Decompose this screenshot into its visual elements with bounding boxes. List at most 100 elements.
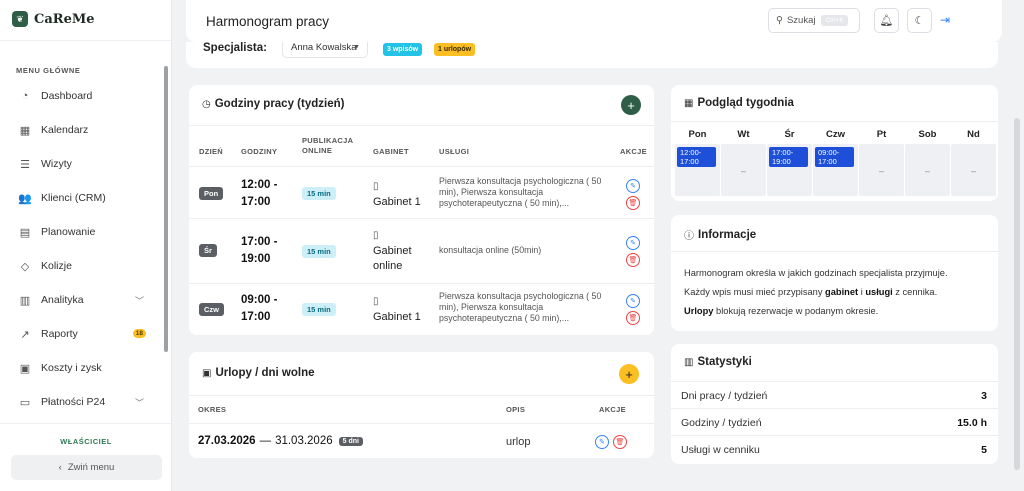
- sidebar-item-calendar[interactable]: ▦ Kalendarz: [0, 113, 162, 147]
- room-name-cont: online: [373, 260, 403, 272]
- bar-chart-icon: ▥: [684, 356, 694, 368]
- theme-toggle-button[interactable]: ☾: [907, 8, 932, 33]
- sidebar-item-payments[interactable]: ▭ Płatności P24 ﹀: [0, 385, 162, 419]
- pencil-icon: ✎: [630, 183, 636, 190]
- add-hours-button[interactable]: +: [621, 95, 641, 115]
- sidebar-item-clients[interactable]: 👥 Klienci (CRM): [0, 181, 162, 215]
- hours-start: 09:00 -: [241, 294, 278, 306]
- day-badge: Czw: [199, 303, 224, 316]
- work-hours-title: ◷ Godziny pracy (tydzień): [202, 98, 344, 110]
- week-slot[interactable]: 12:00- 17:00: [677, 147, 716, 167]
- top-header: Harmonogram pracy ⚲ Szukaj Ctrl+K 🔔︎ ☾ ⇥: [186, 0, 1002, 42]
- room: ▯ Gabinet 1: [373, 294, 421, 325]
- edit-button[interactable]: ✎: [595, 435, 609, 449]
- main-menu: ◔ Dashboard ▦ Kalendarz ☰ Wizyty 👥 Klien…: [0, 79, 162, 419]
- sidebar-item-label: Wizyty: [41, 158, 72, 170]
- delete-button[interactable]: 🗑︎: [626, 253, 640, 267]
- stat-value: 3: [981, 390, 987, 402]
- leaves-title: ▣ Urlopy / dni wolne: [202, 367, 314, 379]
- door-icon: ▯: [373, 181, 379, 192]
- sidebar-scrollbar[interactable]: [164, 66, 168, 352]
- specialist-selected: Anna Kowalska: [291, 42, 357, 53]
- week-slot[interactable]: 17:00- 19:00: [769, 147, 808, 167]
- week-preview-title: ▦ Podgląd tygodnia: [684, 97, 794, 109]
- sidebar-item-label: Koszty i zysk: [41, 362, 102, 374]
- slot-end: 19:00: [772, 157, 791, 166]
- col-header-day: DZIEŃ: [199, 147, 223, 156]
- week-day-cell[interactable]: –: [951, 144, 996, 196]
- bell-icon: 🔔︎: [879, 15, 894, 27]
- room: ▯ Gabinet 1: [373, 179, 421, 210]
- publication-badge: 15 min: [302, 187, 336, 200]
- delete-button[interactable]: 🗑︎: [613, 435, 627, 449]
- user-role: WŁAŚCICIEL: [60, 437, 112, 446]
- search-button[interactable]: ⚲ Szukaj Ctrl+K: [768, 8, 860, 33]
- day-badge: Śr: [199, 244, 217, 257]
- leave-separator: —: [259, 435, 272, 447]
- week-preview-title-text: Podgląd tygodnia: [697, 97, 794, 109]
- caret-down-icon: ▼: [353, 44, 360, 51]
- hours-range: 09:00 - 17:00: [241, 292, 277, 326]
- hours-start: 17:00 -: [241, 236, 278, 248]
- slot-end: 17:00: [818, 157, 837, 166]
- week-day-cell[interactable]: 17:00- 19:00: [767, 144, 812, 196]
- sidebar-item-planning[interactable]: ▤ Planowanie: [0, 215, 162, 249]
- empty-marker: –: [740, 166, 746, 176]
- divider: [671, 251, 998, 252]
- week-day-cell[interactable]: –: [859, 144, 904, 196]
- info-text: Każdy wpis musi mieć przypisany: [684, 287, 826, 297]
- add-leave-button[interactable]: +: [619, 364, 639, 384]
- edit-button[interactable]: ✎: [626, 294, 640, 308]
- info-emph: usługi: [865, 287, 893, 297]
- slot-start: 12:00-: [680, 148, 702, 157]
- week-day-cell[interactable]: 09:00- 17:00: [813, 144, 858, 196]
- info-title: ⓘ Informacje: [684, 227, 756, 243]
- specialist-label: Specjalista:: [203, 42, 267, 54]
- delete-button[interactable]: 🗑︎: [626, 311, 640, 325]
- week-day-header: Czw: [826, 129, 845, 140]
- notifications-button[interactable]: 🔔︎: [874, 8, 899, 33]
- delete-button[interactable]: 🗑︎: [626, 196, 640, 210]
- week-day-cell[interactable]: 12:00- 17:00: [675, 144, 720, 196]
- collapse-menu-button[interactable]: ‹ Zwiń menu: [11, 455, 162, 480]
- page-scrollbar[interactable]: [1014, 118, 1020, 470]
- week-day-header: Sob: [918, 129, 937, 140]
- edit-button[interactable]: ✎: [626, 179, 640, 193]
- sidebar-item-label: Planowanie: [41, 226, 96, 238]
- entries-count-badge: 3 wpisów: [383, 43, 423, 56]
- sidebar-item-reports[interactable]: ↗ Raporty 18: [0, 317, 162, 351]
- week-slot[interactable]: 09:00- 17:00: [815, 147, 854, 167]
- col-header-actions: AKCJE: [620, 147, 647, 156]
- trash-icon: 🗑︎: [628, 257, 638, 264]
- slot-end: 17:00: [680, 157, 699, 166]
- week-preview-card: ▦ Podgląd tygodnia Pon 12:00- 17:00 Wt – Śr 17…: [671, 85, 998, 201]
- edit-button[interactable]: ✎: [626, 236, 640, 250]
- week-day-header: Pt: [876, 129, 887, 140]
- sidebar: ❦ CaReMe MENU GŁÓWNE ◔ Dashboard ▦ Kalen…: [0, 0, 172, 491]
- search-icon: ⚲: [776, 15, 783, 26]
- room-name: Gabinet: [373, 245, 412, 257]
- hours-range: 12:00 - 17:00: [241, 177, 277, 211]
- plus-icon: +: [625, 366, 633, 382]
- trash-icon: 🗑︎: [628, 315, 638, 322]
- work-hours-card: ◷ Godziny pracy (tydzień) + DZIEŃ GODZIN…: [189, 85, 654, 335]
- divider: [189, 218, 654, 219]
- week-day-cell[interactable]: –: [905, 144, 950, 196]
- search-shortcut: Ctrl+K: [821, 15, 848, 26]
- logout-icon[interactable]: ⇥: [940, 13, 950, 27]
- divider: [671, 121, 998, 122]
- week-day-cell[interactable]: –: [721, 144, 766, 196]
- brand[interactable]: ❦ CaReMe: [12, 10, 95, 28]
- divider: [189, 125, 654, 126]
- col-header-actions: AKCJE: [599, 405, 626, 414]
- info-icon: ⓘ: [684, 231, 694, 242]
- leaves-card: ▣ Urlopy / dni wolne + OKRES OPIS AKCJE …: [189, 352, 654, 458]
- moon-icon: ☾: [914, 15, 925, 27]
- sidebar-item-collisions[interactable]: ◇ Kolizje: [0, 249, 162, 283]
- sidebar-item-costs[interactable]: ▣ Koszty i zysk: [0, 351, 162, 385]
- sidebar-item-label: Kolizje: [41, 260, 72, 272]
- list-icon: ☰: [20, 158, 30, 171]
- sidebar-item-analytics[interactable]: ▥ Analityka ﹀: [0, 283, 162, 317]
- sidebar-item-dashboard[interactable]: ◔ Dashboard: [0, 79, 162, 113]
- sidebar-item-visits[interactable]: ☰ Wizyty: [0, 147, 162, 181]
